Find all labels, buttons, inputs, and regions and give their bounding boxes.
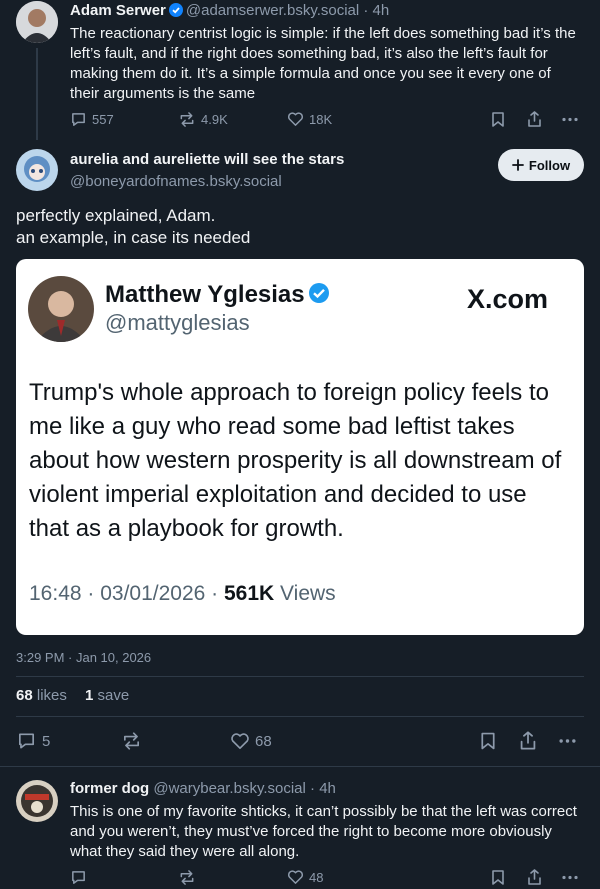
reply-count: 5 bbox=[42, 732, 51, 750]
share-button[interactable] bbox=[518, 730, 538, 751]
post-time: · 4h bbox=[359, 2, 390, 19]
embed-author-name: Matthew Yglesias bbox=[105, 281, 305, 308]
author-name[interactable]: aurelia and aureliette will see the star… bbox=[70, 151, 344, 168]
embed-text: Trump's whole approach to foreign policy… bbox=[29, 379, 562, 542]
reply-button[interactable] bbox=[70, 869, 87, 886]
divider bbox=[16, 676, 584, 677]
embed-avatar bbox=[28, 276, 94, 342]
post-header: former dog @warybear.bsky.social · 4h bbox=[70, 780, 336, 797]
divider bbox=[0, 766, 600, 767]
embed-views-label: Views bbox=[274, 582, 336, 605]
more-icon bbox=[559, 739, 576, 743]
author-name[interactable]: Adam Serwer bbox=[70, 2, 166, 19]
heart-icon bbox=[288, 870, 303, 884]
author-handle[interactable]: @boneyardofnames.bsky.social bbox=[70, 173, 282, 190]
post-header: Adam Serwer @adamserwer.bsky.social · 4h bbox=[70, 2, 389, 21]
post-text-line-2: an example, in case its needed bbox=[16, 228, 251, 247]
embed-header: Matthew Yglesias bbox=[105, 281, 333, 311]
likes-stat[interactable]: 68 likes bbox=[16, 687, 67, 704]
reply-button[interactable]: 5 bbox=[16, 731, 50, 751]
bookmark-button[interactable] bbox=[491, 869, 505, 886]
verified-badge-icon bbox=[168, 3, 183, 21]
repost-button[interactable]: 4.9K bbox=[178, 111, 228, 128]
embed-site: X.com bbox=[467, 284, 549, 314]
repost-icon bbox=[180, 870, 194, 885]
engagement-stats: 68 likes 1 save bbox=[16, 687, 129, 704]
share-icon bbox=[528, 869, 541, 885]
divider bbox=[16, 716, 584, 717]
bookmark-icon bbox=[492, 870, 504, 885]
saves-stat[interactable]: 1 save bbox=[85, 687, 129, 704]
heart-icon bbox=[288, 112, 303, 126]
more-options-button[interactable] bbox=[561, 869, 579, 886]
like-button[interactable]: 18K bbox=[287, 111, 332, 127]
like-button[interactable]: 68 bbox=[230, 732, 272, 750]
more-icon bbox=[562, 117, 578, 122]
repost-count: 4.9K bbox=[201, 112, 228, 127]
embed-handle: @mattyglesias bbox=[105, 310, 250, 335]
thread-line bbox=[36, 48, 38, 140]
avatar[interactable] bbox=[16, 1, 58, 43]
embedded-image[interactable]: Matthew Yglesias @mattyglesias X.com Tru… bbox=[16, 259, 584, 635]
like-count: 18K bbox=[309, 111, 333, 127]
post-time: · 4h bbox=[305, 780, 336, 797]
follow-label: Follow bbox=[528, 157, 571, 173]
author-name[interactable]: former dog bbox=[70, 780, 149, 797]
more-icon bbox=[562, 875, 578, 880]
more-options-button[interactable] bbox=[557, 732, 578, 750]
reply-icon bbox=[72, 871, 85, 884]
heart-icon bbox=[231, 733, 249, 750]
bookmark-icon bbox=[481, 732, 495, 750]
more-options-button[interactable] bbox=[561, 111, 579, 128]
bookmark-button[interactable] bbox=[480, 731, 496, 751]
share-button[interactable] bbox=[526, 110, 543, 128]
share-icon bbox=[520, 731, 536, 750]
follow-button[interactable]: Follow bbox=[498, 149, 584, 181]
reply-count: 557 bbox=[92, 112, 114, 127]
avatar-photo-icon bbox=[16, 1, 58, 43]
embed-meta: 16:48 · 03/01/2026 · 561K Views bbox=[29, 582, 336, 606]
anime-avatar-icon bbox=[16, 149, 58, 191]
avatar[interactable] bbox=[16, 149, 58, 191]
author-handle[interactable]: @warybear.bsky.social bbox=[153, 780, 306, 797]
share-button[interactable] bbox=[526, 868, 543, 886]
reply-button[interactable]: 557 bbox=[70, 111, 114, 128]
embed-avatar-photo-icon bbox=[28, 276, 94, 342]
avatar-logo-icon bbox=[16, 780, 58, 822]
bookmark-icon bbox=[492, 112, 504, 127]
avatar[interactable] bbox=[16, 780, 58, 822]
reply-icon bbox=[19, 733, 35, 749]
post-timestamp: 3:29 PM · Jan 10, 2026 bbox=[16, 650, 152, 665]
bookmark-button[interactable] bbox=[491, 111, 505, 128]
like-count: 68 bbox=[255, 732, 272, 750]
reply-icon bbox=[72, 113, 85, 126]
like-button[interactable]: 48 bbox=[287, 869, 323, 885]
plus-icon bbox=[512, 159, 524, 171]
share-icon bbox=[528, 111, 541, 127]
post-text: The reactionary centrist logic is simple… bbox=[70, 25, 576, 102]
author-handle[interactable]: @adamserwer.bsky.social bbox=[186, 2, 359, 19]
post-text: This is one of my favorite shticks, it c… bbox=[70, 803, 577, 860]
post-text-line-1: perfectly explained, Adam. bbox=[16, 206, 216, 225]
like-count: 48 bbox=[309, 869, 324, 885]
embed-views-count: 561K bbox=[223, 582, 275, 605]
embed-verified-icon bbox=[308, 282, 330, 311]
repost-icon bbox=[180, 112, 194, 127]
repost-icon bbox=[124, 732, 139, 750]
repost-button[interactable] bbox=[178, 869, 196, 886]
embed-time: 16:48 · 03/01/2026 · bbox=[29, 582, 224, 605]
repost-button[interactable] bbox=[121, 731, 142, 751]
